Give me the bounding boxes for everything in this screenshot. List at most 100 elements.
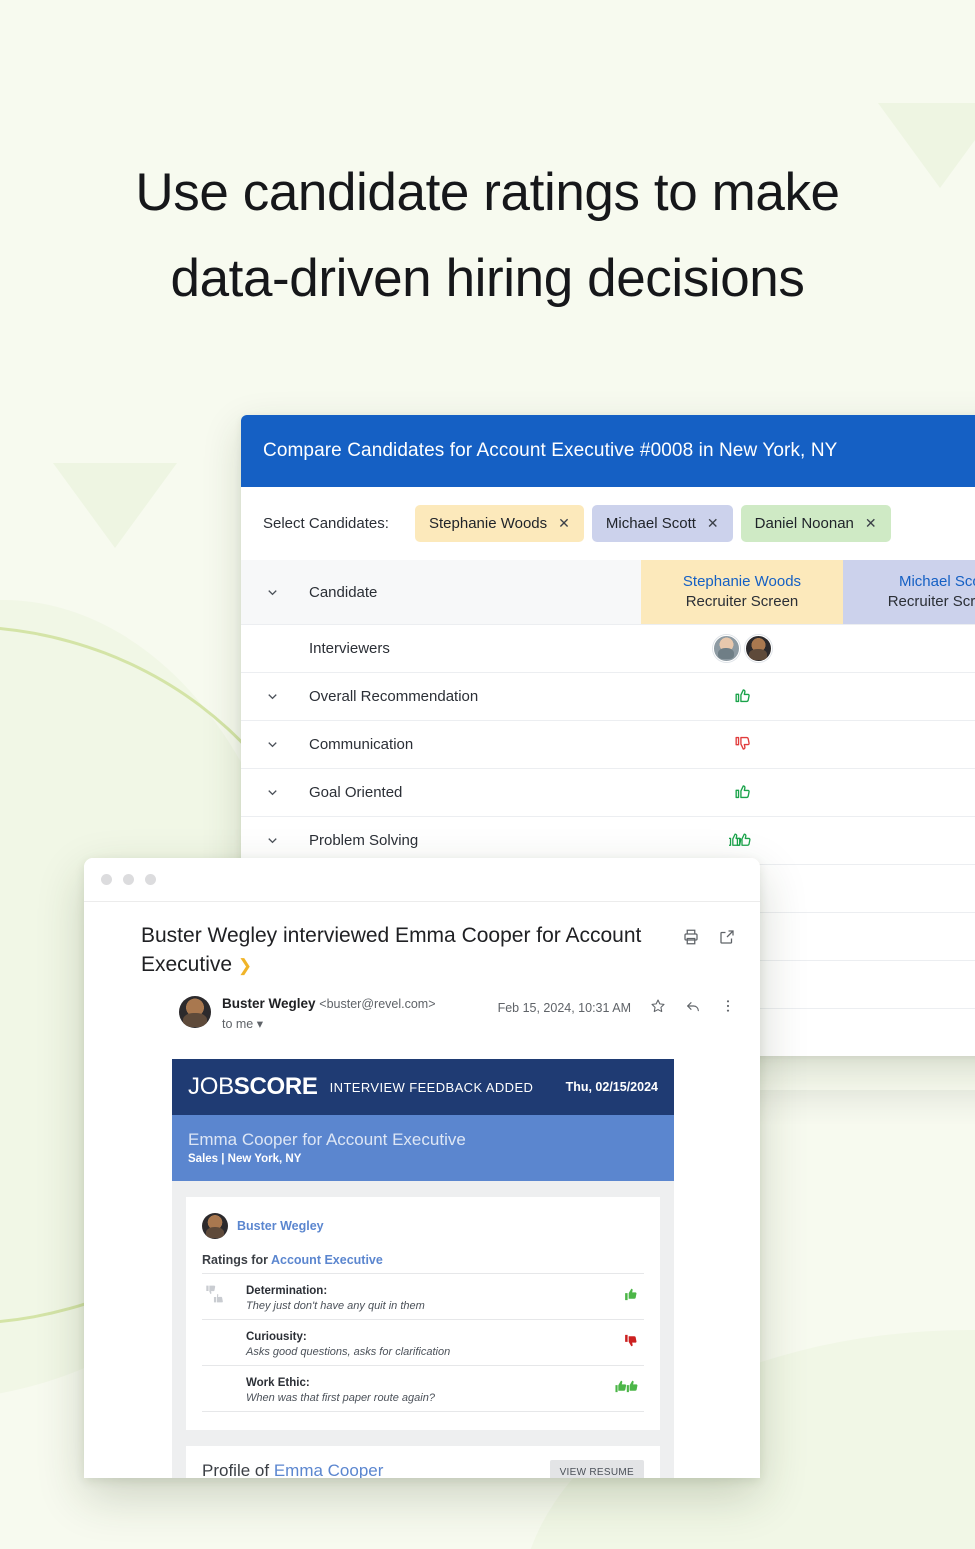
value-cell-2 bbox=[843, 1009, 975, 1056]
triangle-decoration-left bbox=[53, 463, 177, 548]
jobscore-dept-location: Sales | New York, NY bbox=[188, 1153, 302, 1165]
reviewer-name[interactable]: Buster Wegley bbox=[237, 1219, 324, 1233]
candidate-chip-michael-scott[interactable]: Michael Scott ✕ bbox=[591, 505, 733, 542]
row-label: Interviewers bbox=[309, 640, 390, 657]
candidate-name[interactable]: Stephanie Woods bbox=[683, 572, 801, 592]
email-subject-text: Buster Wegley interviewed Emma Cooper fo… bbox=[141, 924, 642, 976]
recipient-dropdown[interactable]: to me ▾ bbox=[222, 1016, 498, 1031]
minimize-window-button[interactable] bbox=[123, 874, 134, 885]
rating-cell-2 bbox=[843, 673, 975, 720]
page-title: Use candidate ratings to make data-drive… bbox=[0, 150, 975, 322]
chevron-down-icon[interactable]: ▾ bbox=[257, 1017, 263, 1031]
rating-cell-2 bbox=[843, 769, 975, 816]
rating-note: They just don't have any quit in them bbox=[246, 1300, 425, 1312]
email-window: Buster Wegley interviewed Emma Cooper fo… bbox=[84, 858, 760, 1478]
jobscore-profile-card: Profile of Emma Cooper VIEW RESUME ADD N… bbox=[186, 1446, 660, 1478]
candidate-stage: Recruiter Screen bbox=[887, 593, 975, 610]
column-header-stephanie-woods[interactable]: Stephanie Woods Recruiter Screen bbox=[641, 560, 843, 624]
rating-cell bbox=[641, 721, 843, 768]
select-candidates-label: Select Candidates: bbox=[263, 515, 389, 532]
row-label-cell: Problem Solving bbox=[241, 817, 641, 864]
rating-title: Determination: bbox=[246, 1285, 328, 1297]
jobscore-reviewer: Buster Wegley bbox=[202, 1213, 644, 1239]
row-label: Overall Recommendation bbox=[309, 688, 479, 705]
thumb-up-icon bbox=[733, 686, 752, 708]
chip-label: Daniel Noonan bbox=[754, 515, 854, 532]
row-label-cell: Communication bbox=[241, 721, 641, 768]
rating-row-determination: Determination: They just don't have any … bbox=[202, 1273, 644, 1319]
close-icon[interactable]: ✕ bbox=[558, 515, 570, 532]
avatar[interactable] bbox=[202, 1213, 228, 1239]
row-label-cell: Overall Recommendation bbox=[241, 673, 641, 720]
candidate-chip-daniel-noonan[interactable]: Daniel Noonan ✕ bbox=[740, 505, 891, 542]
candidate-chip-stephanie-woods[interactable]: Stephanie Woods ✕ bbox=[415, 505, 584, 542]
thumbs-pair-icon bbox=[202, 1284, 246, 1309]
headline-line-2: data-driven hiring decisions bbox=[170, 249, 805, 308]
chevron-down-icon[interactable] bbox=[265, 833, 309, 848]
sender-email: <buster@revel.com> bbox=[319, 997, 436, 1011]
value-cell-2 bbox=[843, 913, 975, 960]
chevron-down-icon[interactable] bbox=[265, 785, 309, 800]
close-icon[interactable]: ✕ bbox=[865, 515, 877, 532]
star-icon[interactable] bbox=[650, 998, 666, 1017]
avatar[interactable] bbox=[179, 996, 211, 1028]
avatar[interactable] bbox=[712, 635, 740, 662]
page-root: Use candidate ratings to make data-drive… bbox=[0, 0, 975, 1549]
jobscore-ratings-card: Buster Wegley Ratings for Account Execut… bbox=[186, 1197, 660, 1430]
jobscore-email-body: JOBSCORE INTERVIEW FEEDBACK ADDED Thu, 0… bbox=[172, 1059, 674, 1478]
rating-note: Asks good questions, asks for clarificat… bbox=[246, 1346, 451, 1358]
ratings-for-heading: Ratings for Account Executive bbox=[202, 1253, 644, 1267]
row-label-cell: Interviewers bbox=[241, 625, 641, 672]
open-in-new-icon[interactable] bbox=[718, 928, 736, 946]
rating-row-work-ethic: Work Ethic: When was that first paper ro… bbox=[202, 1365, 644, 1412]
email-meta-actions: Feb 15, 2024, 10:31 AM bbox=[498, 996, 736, 1017]
ratings-for-job-link[interactable]: Account Executive bbox=[271, 1253, 383, 1267]
chip-label: Michael Scott bbox=[605, 515, 696, 532]
sender-name: Buster Wegley bbox=[222, 996, 316, 1011]
chevron-down-icon[interactable] bbox=[265, 585, 309, 600]
email-meta-row: Buster Wegley <buster@revel.com> to me ▾… bbox=[84, 980, 760, 1031]
email-subject-row: Buster Wegley interviewed Emma Cooper fo… bbox=[84, 902, 760, 980]
candidate-stage: Recruiter Screen bbox=[685, 593, 799, 610]
double-thumb-up-icon bbox=[727, 830, 755, 852]
table-header-row: Candidate Stephanie Woods Recruiter Scre… bbox=[241, 560, 975, 624]
close-icon[interactable]: ✕ bbox=[707, 515, 719, 532]
avatar[interactable] bbox=[744, 635, 772, 662]
jobscore-bar-title: INTERVIEW FEEDBACK ADDED bbox=[329, 1079, 534, 1095]
rating-cell bbox=[641, 769, 843, 816]
jobscore-logo: JOBSCORE bbox=[188, 1073, 318, 1101]
chip-label: Stephanie Woods bbox=[429, 515, 548, 532]
view-resume-button[interactable]: VIEW RESUME bbox=[549, 1460, 644, 1478]
chevron-down-icon[interactable] bbox=[265, 689, 309, 704]
maximize-window-button[interactable] bbox=[145, 874, 156, 885]
thumb-down-icon bbox=[604, 1332, 644, 1354]
jobscore-subheader: Emma Cooper for Account Executive Sales … bbox=[172, 1115, 674, 1181]
candidate-name[interactable]: Michael Scott bbox=[899, 572, 975, 592]
email-timestamp: Feb 15, 2024, 10:31 AM bbox=[497, 1000, 631, 1015]
email-header-icons bbox=[682, 921, 736, 946]
email-subject: Buster Wegley interviewed Emma Cooper fo… bbox=[141, 921, 682, 980]
rating-text: Curiousity: Asks good questions, asks fo… bbox=[246, 1327, 604, 1358]
ratings-for-prefix: Ratings for bbox=[202, 1253, 271, 1267]
close-window-button[interactable] bbox=[101, 874, 112, 885]
rating-cell-2 bbox=[843, 721, 975, 768]
rating-note: When was that first paper route again? bbox=[246, 1392, 435, 1404]
chevron-down-icon[interactable] bbox=[265, 737, 309, 752]
double-thumb-up-icon bbox=[604, 1378, 644, 1400]
rating-cell bbox=[641, 673, 843, 720]
more-options-icon[interactable] bbox=[720, 998, 736, 1017]
logo-part-score: SCORE bbox=[233, 1073, 318, 1100]
print-icon[interactable] bbox=[682, 928, 700, 946]
row-label: Candidate bbox=[309, 583, 378, 601]
headline-line-1: Use candidate ratings to make bbox=[135, 163, 840, 222]
recipient-label: to me bbox=[222, 1017, 254, 1031]
jobscore-date: Thu, 02/15/2024 bbox=[565, 1080, 658, 1094]
table-row-goal-oriented: Goal Oriented bbox=[241, 768, 975, 816]
logo-part-job: JOB bbox=[188, 1073, 234, 1100]
reply-icon[interactable] bbox=[685, 998, 701, 1017]
column-header-michael-scott[interactable]: Michael Scott Recruiter Screen bbox=[843, 560, 975, 624]
jobscore-candidate-job: Emma Cooper for Account Executive bbox=[188, 1130, 466, 1149]
profile-candidate-link[interactable]: Emma Cooper bbox=[274, 1461, 384, 1478]
interviewer-avatars-cell-2 bbox=[843, 625, 975, 672]
rating-title: Curiousity: bbox=[246, 1331, 307, 1343]
